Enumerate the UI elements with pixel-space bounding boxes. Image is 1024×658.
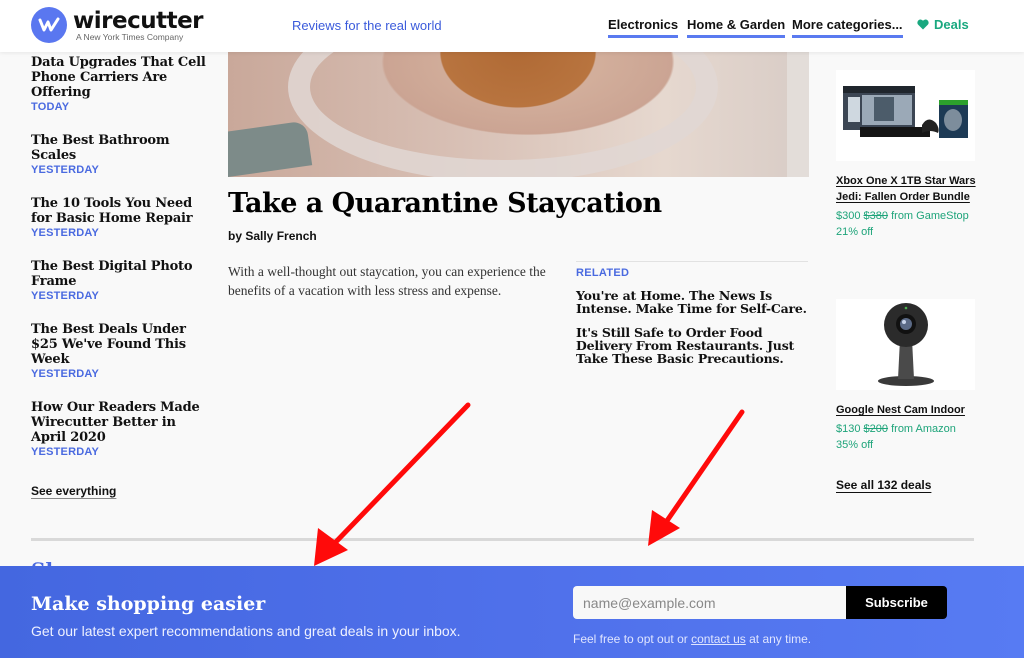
nav-more-categories[interactable]: More categories... (792, 17, 903, 38)
deal-name-link[interactable]: Xbox One X 1TB Star Wars Jedi: Fallen Or… (836, 173, 986, 205)
hero-cloth (228, 120, 313, 177)
deal-card[interactable]: Xbox One X 1TB Star Wars Jedi: Fallen Or… (836, 70, 986, 240)
site-header: wirecutter A New York Times Company Revi… (0, 0, 1024, 52)
story-date: YESTERDAY (31, 164, 100, 176)
latest-stories-list: Data Upgrades That Cell Phone Carriers A… (31, 55, 211, 478)
related-link[interactable]: It's Still Safe to Order Food Delivery F… (576, 326, 808, 365)
story-title[interactable]: Data Upgrades That Cell Phone Carriers A… (31, 55, 211, 100)
optout-suffix: at any time. (745, 632, 812, 646)
nav-electronics[interactable]: Electronics (608, 17, 679, 38)
deal-discount: 35% off (836, 439, 874, 451)
section-divider (31, 538, 974, 541)
story-title[interactable]: The Best Bathroom Scales (31, 133, 211, 163)
deal-card[interactable]: Google Nest Cam Indoor $130 $200 from Am… (836, 299, 986, 453)
article-title[interactable]: Take a Quarantine Staycation (228, 188, 662, 219)
deal-discount: 21% off (836, 226, 874, 238)
hero-edge (787, 52, 809, 177)
see-everything-link[interactable]: See everything (31, 484, 116, 498)
email-input[interactable] (573, 586, 846, 619)
newsletter-title: Make shopping easier (31, 593, 266, 615)
deal-original-price: $380 (863, 210, 889, 222)
red-arrow-icon (314, 402, 471, 566)
newsletter-subtitle: Get our latest expert recommendations an… (31, 623, 461, 639)
nest-cam-image[interactable] (836, 299, 975, 390)
story-title[interactable]: The 10 Tools You Need for Basic Home Rep… (31, 196, 211, 226)
nav-home-garden[interactable]: Home & Garden (687, 17, 786, 38)
list-item[interactable]: The Best Bathroom Scales YESTERDAY (31, 133, 211, 176)
wirecutter-logo[interactable]: wirecutter A New York Times Company (31, 7, 204, 43)
optout-note: Feel free to opt out or contact us at an… (573, 632, 811, 646)
see-all-deals-link[interactable]: See all 132 deals (836, 478, 931, 492)
story-date: TODAY (31, 101, 70, 113)
contact-us-link[interactable]: contact us (691, 632, 746, 646)
list-item[interactable]: The 10 Tools You Need for Basic Home Rep… (31, 196, 211, 239)
story-title[interactable]: The Best Deals Under $25 We've Found Thi… (31, 322, 211, 367)
deals-label: Deals (934, 17, 969, 32)
story-title[interactable]: How Our Readers Made Wirecutter Better i… (31, 400, 211, 445)
article-dek: With a well-thought out staycation, you … (228, 264, 546, 298)
xbox-bundle-image[interactable] (836, 70, 975, 161)
list-item[interactable]: The Best Digital Photo Frame YESTERDAY (31, 259, 211, 302)
nav-deals[interactable]: Deals (917, 17, 969, 32)
optout-prefix: Feel free to opt out or (573, 632, 692, 646)
story-date: YESTERDAY (31, 290, 100, 302)
hero-plate-rim (288, 52, 718, 177)
deal-current-price: $300 (836, 210, 861, 222)
story-date: YESTERDAY (31, 227, 100, 239)
deal-current-price: $130 (836, 423, 861, 435)
deal-retailer: from Amazon (891, 423, 956, 435)
story-date: YESTERDAY (31, 446, 100, 458)
article-hero-image[interactable] (228, 52, 809, 177)
subscribe-button[interactable]: Subscribe (846, 586, 947, 619)
deal-name-link[interactable]: Google Nest Cam Indoor (836, 402, 986, 418)
deal-price: $130 $200 from Amazon (836, 421, 986, 437)
list-item[interactable]: The Best Deals Under $25 We've Found Thi… (31, 322, 211, 380)
list-item[interactable]: Data Upgrades That Cell Phone Carriers A… (31, 55, 211, 113)
xbox-product-icon (843, 86, 968, 138)
related-link[interactable]: You're at Home. The News Is Intense. Mak… (576, 289, 808, 315)
deal-retailer: from GameStop (891, 210, 969, 222)
nest-cam-product-icon (878, 303, 934, 386)
logo-wordmark: wirecutter (73, 7, 204, 34)
newsletter-banner: Make shopping easier Get our latest expe… (0, 566, 1024, 658)
article-byline: by Sally French (228, 229, 317, 243)
wirecutter-w-icon (31, 7, 67, 43)
deal-original-price: $200 (863, 423, 889, 435)
story-date: YESTERDAY (31, 368, 100, 380)
tagline: Reviews for the real world (292, 18, 442, 33)
related-articles: RELATED You're at Home. The News Is Inte… (576, 261, 808, 365)
deal-price: $300 $380 from GameStop (836, 208, 986, 224)
related-label: RELATED (576, 267, 630, 279)
red-arrow-icon (648, 409, 745, 546)
heart-icon (917, 19, 929, 30)
list-item[interactable]: How Our Readers Made Wirecutter Better i… (31, 400, 211, 458)
story-title[interactable]: The Best Digital Photo Frame (31, 259, 211, 289)
